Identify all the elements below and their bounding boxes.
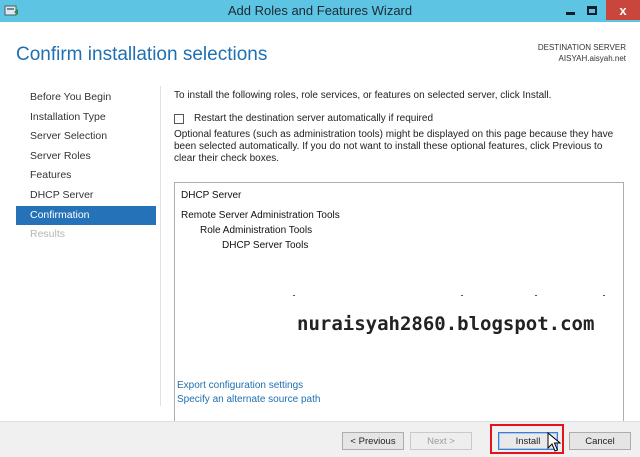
list-item: Remote Server Administration Tools — [181, 210, 340, 221]
title-bar: Add Roles and Features Wizard x — [0, 0, 640, 22]
list-item: DHCP Server — [181, 190, 242, 201]
nav-divider — [160, 86, 161, 406]
previous-button[interactable]: < Previous — [342, 432, 404, 450]
stray-dot — [461, 295, 463, 296]
next-button: Next > — [410, 432, 472, 450]
nav-item-features[interactable]: Features — [16, 166, 156, 186]
restart-option[interactable]: Restart the destination server automatic… — [174, 113, 433, 124]
footer-bar: < Previous Next > Install Cancel — [0, 421, 640, 457]
nav-item-confirmation[interactable]: Confirmation — [16, 205, 156, 226]
selection-list[interactable]: DHCP Server Remote Server Administration… — [174, 182, 624, 452]
intro-text: To install the following roles, role ser… — [174, 90, 552, 101]
list-item: DHCP Server Tools — [222, 240, 309, 251]
destination-label: DESTINATION SERVER — [537, 43, 626, 52]
minimize-button[interactable] — [560, 0, 580, 20]
close-button[interactable]: x — [606, 0, 640, 20]
minimize-icon — [565, 11, 575, 15]
nav-item-server-roles[interactable]: Server Roles — [16, 147, 156, 167]
nav-item-results: Results — [30, 228, 66, 241]
destination-value: AISYAH.aisyah.net — [558, 54, 626, 63]
optional-features-note: Optional features (such as administratio… — [174, 129, 614, 164]
restart-checkbox[interactable] — [174, 113, 184, 124]
wizard-steps-nav: Before You Begin Installation Type Serve… — [16, 88, 156, 245]
nav-item-server-selection[interactable]: Server Selection — [16, 127, 156, 147]
window-title: Add Roles and Features Wizard — [227, 3, 413, 18]
maximize-icon — [587, 5, 597, 15]
alternate-source-link[interactable]: Specify an alternate source path — [177, 394, 320, 405]
stray-dot — [535, 295, 537, 296]
stray-dot — [293, 295, 295, 296]
cancel-button[interactable]: Cancel — [569, 432, 631, 450]
close-icon: x — [619, 2, 627, 18]
watermark-text: nuraisyah2860.blogspot.com — [297, 313, 595, 335]
stray-dot — [603, 295, 605, 296]
nav-item-installation-type[interactable]: Installation Type — [16, 108, 156, 128]
destination-server: DESTINATION SERVER AISYAH.aisyah.net — [538, 42, 626, 64]
restart-checkbox-label: Restart the destination server automatic… — [194, 113, 434, 124]
mouse-cursor-icon — [547, 432, 561, 452]
list-item: Role Administration Tools — [200, 225, 313, 236]
export-settings-link[interactable]: Export configuration settings — [177, 380, 303, 391]
nav-item-dhcp-server[interactable]: DHCP Server — [16, 186, 156, 206]
maximize-button[interactable] — [582, 0, 602, 20]
nav-item-before-you-begin[interactable]: Before You Begin — [16, 88, 156, 108]
page-title: Confirm installation selections — [16, 44, 268, 65]
